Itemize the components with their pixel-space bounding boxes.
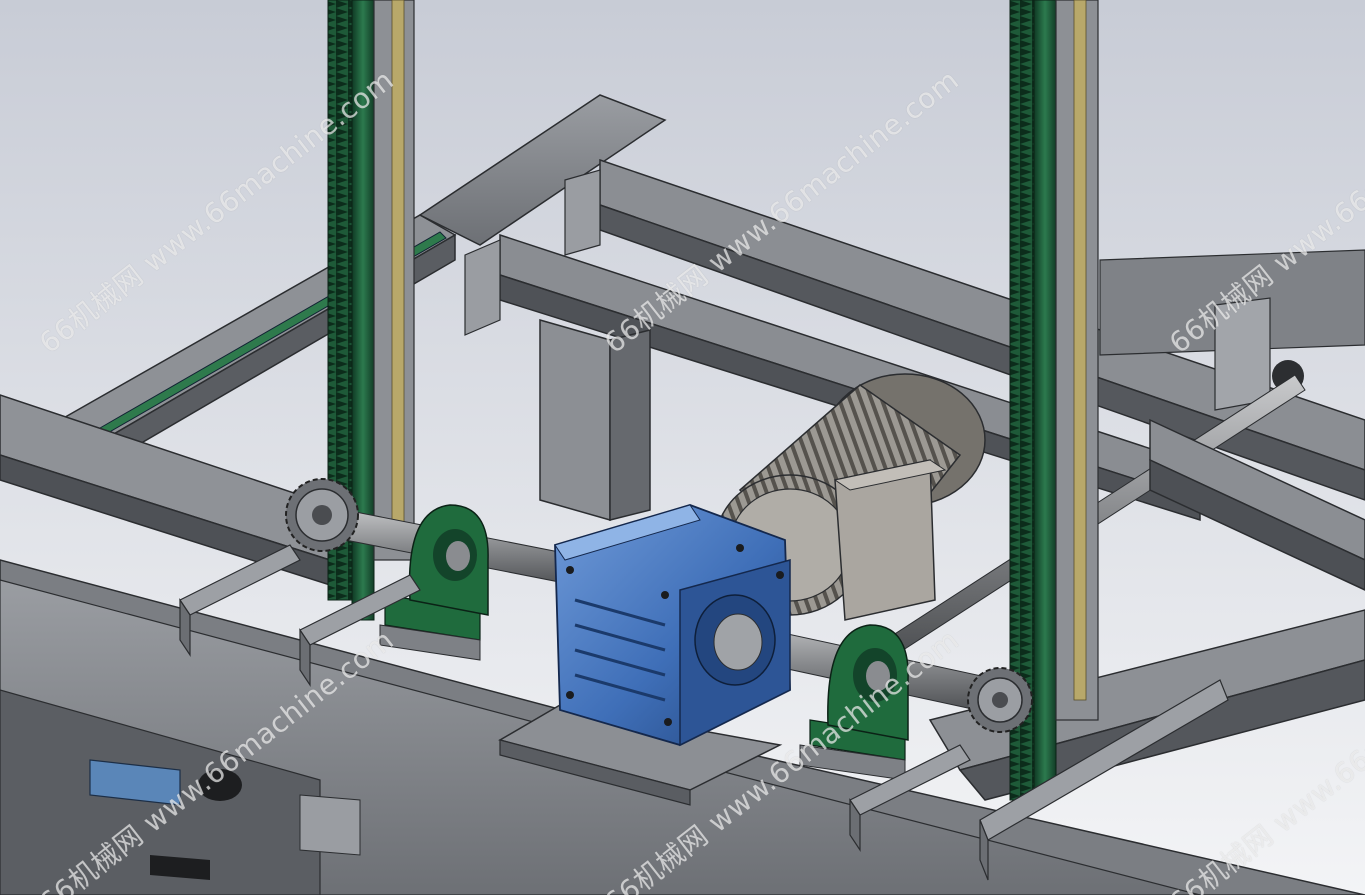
center-support-leg [539,319,651,521]
left-pinion-gear [285,478,359,552]
cad-viewport: 66机械网 www.66machine.com 66机械网 www.66mach… [0,0,1365,895]
cad-scene [0,0,1365,895]
right-pinion-gear [967,667,1033,733]
